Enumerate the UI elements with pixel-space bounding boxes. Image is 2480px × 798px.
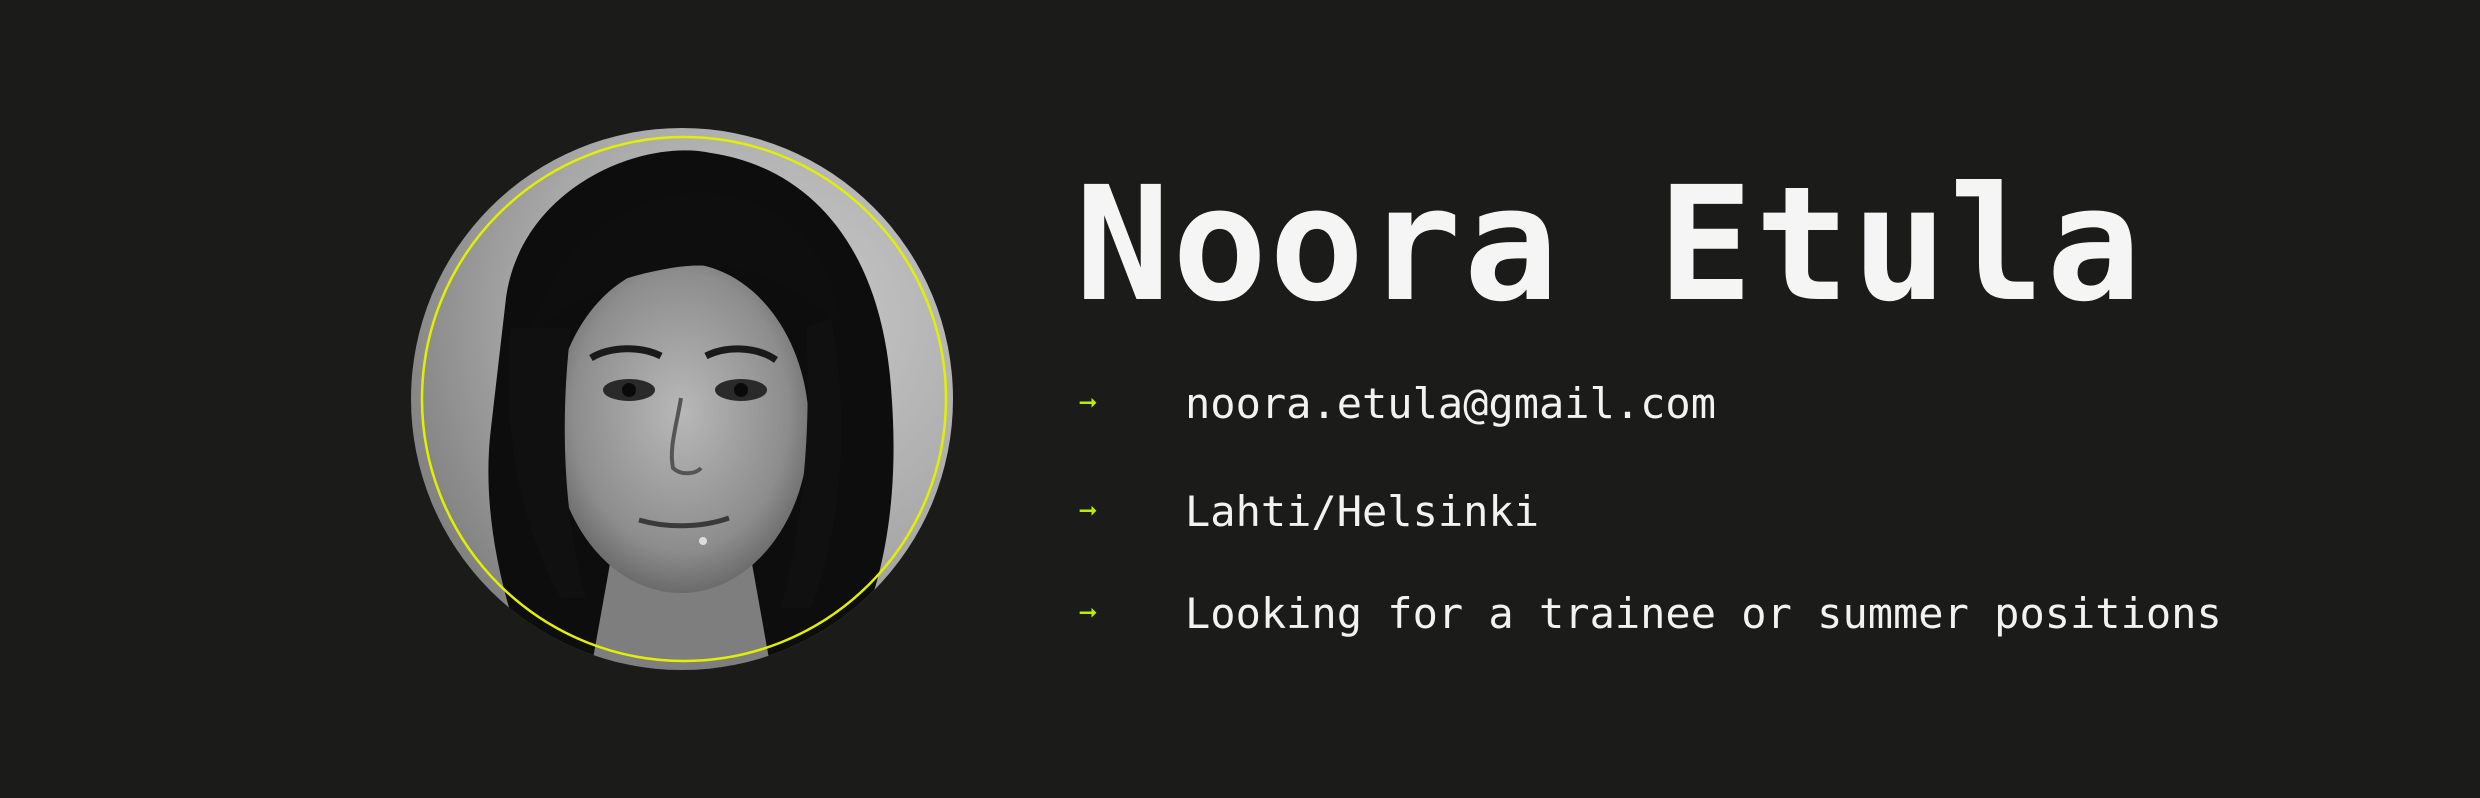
detail-location: ➞ Lahti/Helsinki bbox=[1075, 482, 1539, 542]
arrow-right-icon: ➞ bbox=[1079, 596, 1098, 631]
arrow-right-icon: ➞ bbox=[1079, 494, 1098, 529]
profile-info: Noora Etula ➞ noora.etula@gmail.com ➞ La… bbox=[1075, 153, 2375, 638]
location-text: Lahti/Helsinki bbox=[1185, 487, 1540, 536]
email-text[interactable]: noora.etula@gmail.com bbox=[1185, 374, 1716, 434]
portrait-image bbox=[411, 128, 953, 670]
detail-status: ➞ Looking for a trainee or summer positi… bbox=[1075, 584, 2222, 644]
arrow-right-icon: ➞ bbox=[1079, 386, 1098, 421]
profile-photo bbox=[411, 128, 953, 670]
detail-email: ➞ noora.etula@gmail.com bbox=[1075, 374, 1716, 434]
profile-name: Noora Etula bbox=[1075, 153, 2144, 337]
status-text: Looking for a trainee or summer position… bbox=[1185, 589, 2222, 638]
